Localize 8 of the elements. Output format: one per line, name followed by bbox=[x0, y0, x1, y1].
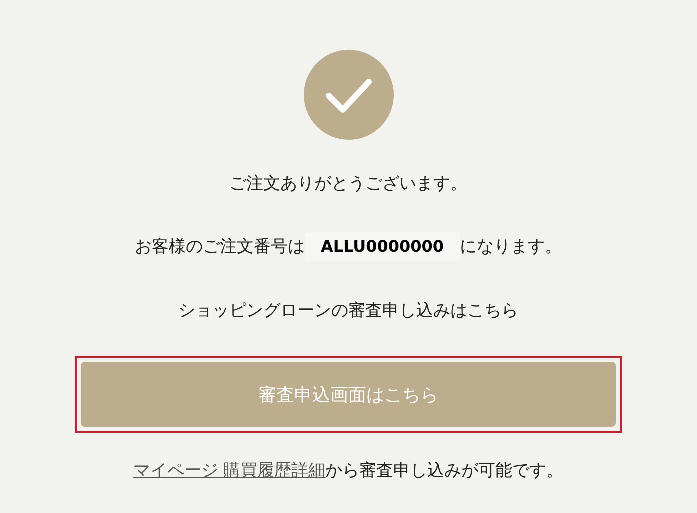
check-icon bbox=[304, 50, 394, 140]
footer-text: から審査申し込みが可能です。 bbox=[326, 460, 564, 483]
history-link[interactable]: マイページ 購買履歴詳細 bbox=[133, 459, 326, 483]
order-number: ALLU0000000 bbox=[304, 233, 460, 261]
thanks-message: ご注文ありがとうございます。 bbox=[230, 173, 468, 196]
order-suffix: になります。 bbox=[460, 236, 562, 259]
order-label: お客様のご注文番号は bbox=[134, 236, 305, 259]
loan-note: ショッピングローンの審査申し込みはこちら bbox=[178, 300, 518, 323]
